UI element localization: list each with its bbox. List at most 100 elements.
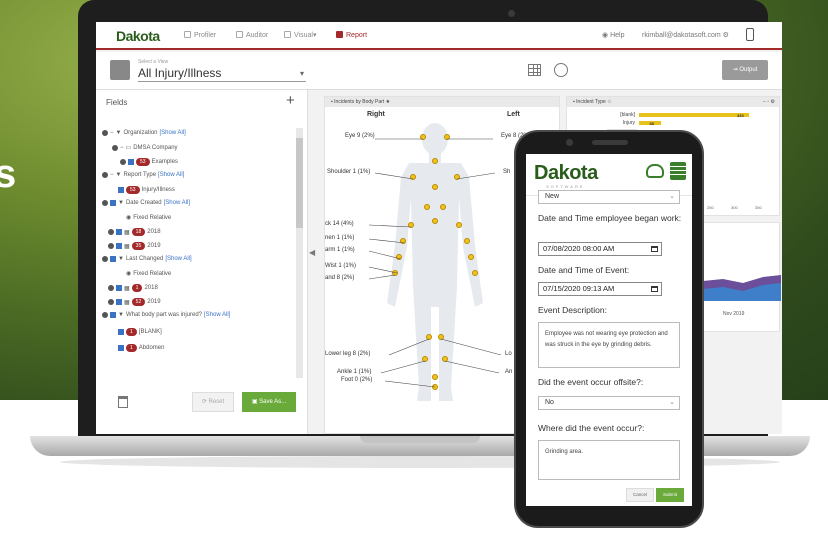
view-icon	[110, 60, 130, 80]
filter-icon: ▼	[118, 256, 124, 262]
incident-bar[interactable]	[639, 113, 749, 117]
event-location-textarea[interactable]: Grinding area.	[538, 440, 680, 480]
tree-row-company[interactable]: − ▭ DMSA Company	[112, 144, 178, 151]
offsite-label: Did the event occur offsite?:	[538, 377, 644, 387]
count-badge: 18	[131, 228, 146, 236]
nav-report[interactable]: Report	[336, 31, 367, 39]
checkbox[interactable]	[110, 256, 116, 262]
auditor-icon	[236, 31, 243, 38]
employee-began-input[interactable]: 07/08/2020 08:00 AM	[538, 242, 662, 256]
tree-row-injury-illness[interactable]: 53 Injury/Illness	[118, 186, 175, 194]
event-location-label: Where did the event occur?:	[538, 423, 645, 433]
gear-icon	[102, 200, 108, 206]
filter-icon: ▼	[115, 130, 122, 136]
laptop-base-notch	[360, 436, 480, 443]
tree-row-2018[interactable]: ▦ 18 2018	[108, 228, 161, 236]
count-badge: 52	[131, 298, 146, 306]
view-select[interactable]: All Injury/Illness ▾	[138, 66, 306, 82]
checkbox[interactable]	[110, 200, 116, 206]
view-toolbar: Select a View All Injury/Illness ▾ ⇥ Outp…	[96, 52, 782, 90]
star-icon[interactable]: ☆	[607, 99, 611, 105]
tree-row-report-type[interactable]: − ▼ Report Type [Show All]	[102, 172, 184, 178]
checkbox[interactable]	[116, 285, 122, 291]
chevron-down-icon: ⌄	[669, 193, 675, 200]
globe-icon[interactable]	[554, 63, 568, 77]
leader-line	[368, 238, 406, 244]
chevron-down-icon: ▾	[299, 69, 304, 78]
show-all-link[interactable]: [Show All]	[165, 256, 191, 262]
add-field-icon[interactable]: +	[286, 92, 295, 109]
trash-icon[interactable]	[118, 396, 128, 408]
submit-button[interactable]: Submit	[656, 488, 684, 502]
show-all-link[interactable]: [Show All]	[158, 172, 184, 178]
reset-button[interactable]: ⟳ Reset	[192, 392, 234, 412]
gear-icon	[102, 256, 108, 262]
fixed-relative-radio[interactable]: ◉ Fixed Relative	[126, 270, 171, 278]
leader-line	[380, 360, 426, 374]
cloud-upload-icon[interactable]	[646, 164, 664, 178]
count-badge: 53	[126, 186, 140, 194]
body-part-label: Wist 1 (1%)	[325, 263, 357, 269]
cancel-button[interactable]: Cancel	[626, 488, 654, 502]
scrollbar-thumb[interactable]	[296, 138, 303, 228]
checkbox[interactable]	[118, 187, 124, 193]
window-controls-icon[interactable]: − ▫ ⚙	[763, 97, 775, 107]
fixed-relative-radio[interactable]: ◉ Fixed Relative	[126, 214, 171, 222]
tree-row-last-changed[interactable]: ▼ Last Changed [Show All]	[102, 256, 192, 262]
leader-line	[444, 360, 500, 374]
incident-chart-header: ▪ Incident Type ☆ − ▫ ⚙	[567, 97, 779, 107]
count-badge: 35	[131, 242, 146, 250]
tree-row-2018[interactable]: ▦ 1 2018	[108, 284, 158, 292]
checkbox[interactable]	[118, 345, 124, 351]
event-description-textarea[interactable]: Employee was not wearing eye protection …	[538, 322, 680, 368]
mobile-icon[interactable]	[746, 28, 754, 41]
tree-row-organization[interactable]: − ▼ Organization [Show All]	[102, 130, 186, 136]
help-link[interactable]: ◉ Help	[602, 31, 624, 39]
help-icon: ◉	[602, 32, 611, 39]
tree-row-examples[interactable]: 53 Examples	[120, 158, 178, 166]
offsite-select[interactable]: No ⌄	[538, 396, 680, 410]
event-time-input[interactable]: 07/15/2020 09:13 AM	[538, 282, 662, 296]
body-part-label: Foot 0 (2%)	[341, 377, 373, 383]
tree-row-2019[interactable]: ▦ 52 2019	[108, 298, 161, 306]
tree-row-blank[interactable]: 1 [BLANK]	[118, 328, 162, 336]
grid-view-icon[interactable]	[528, 64, 541, 76]
tree-row-date-created[interactable]: ▼ Date Created [Show All]	[102, 200, 190, 206]
checkbox[interactable]	[116, 299, 122, 305]
filter-icon: ▼	[115, 172, 122, 178]
status-select[interactable]: New ⌄	[538, 190, 680, 204]
calendar-icon[interactable]	[651, 286, 658, 292]
tree-row-body-part[interactable]: ▼ What body part was injured? [Show All]	[102, 312, 230, 318]
data-label: 68	[649, 121, 654, 126]
leader-line	[368, 250, 402, 260]
user-menu[interactable]: rkimball@dakotasoft.com ⚙	[642, 31, 729, 39]
phone-device: Dakota SOFTWARE New ⌄ Date and Time emplo…	[514, 130, 704, 528]
count-badge: 1	[131, 284, 143, 292]
show-all-link[interactable]: [Show All]	[164, 200, 190, 206]
profiler-icon	[184, 31, 191, 38]
nav-profiler[interactable]: Profiler	[184, 31, 216, 39]
checkbox[interactable]	[110, 312, 116, 318]
app-logo[interactable]: Dakota	[116, 28, 160, 44]
gear-icon	[112, 144, 118, 151]
body-part-label: An	[505, 369, 513, 375]
hamburger-menu-icon[interactable]	[670, 162, 686, 180]
calendar-icon[interactable]	[651, 246, 658, 252]
checkbox[interactable]	[128, 159, 134, 165]
panel-splitter-icon[interactable]: ◀	[309, 248, 315, 258]
calendar-icon: ▦	[124, 229, 130, 236]
checkbox[interactable]	[116, 229, 122, 235]
checkbox[interactable]	[118, 329, 124, 335]
save-as-button[interactable]: ▣ Save As...	[242, 392, 296, 412]
output-button[interactable]: ⇥ Output	[722, 60, 768, 80]
body-part-label: Lo	[505, 351, 512, 357]
fields-scrollbar[interactable]	[296, 128, 303, 378]
phone-logo[interactable]: Dakota	[534, 162, 598, 185]
show-all-link[interactable]: [Show All]	[204, 312, 230, 318]
tree-row-2019[interactable]: ▦ 35 2019	[108, 242, 161, 250]
nav-auditor[interactable]: Auditor	[236, 31, 268, 39]
checkbox[interactable]	[116, 243, 122, 249]
nav-visual[interactable]: Visual▾	[284, 31, 316, 39]
show-all-link[interactable]: [Show All]	[160, 130, 186, 136]
tree-row-abdomen[interactable]: 1 Abdomen	[118, 344, 164, 352]
